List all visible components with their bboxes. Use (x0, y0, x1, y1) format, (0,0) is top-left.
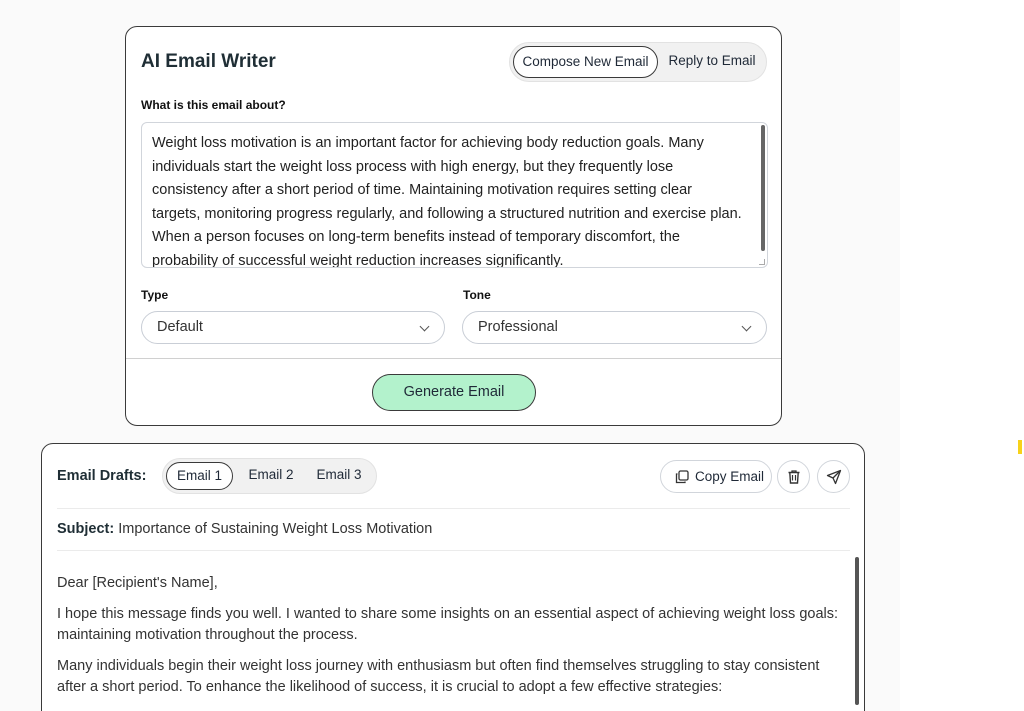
trash-icon (788, 470, 800, 484)
generate-email-button[interactable]: Generate Email (372, 374, 536, 411)
divider (126, 358, 781, 359)
tab-email-1[interactable]: Email 1 (166, 462, 233, 490)
email-drafts-panel: Email Drafts: Email 1 Email 2 Email 3 Co… (41, 443, 865, 711)
subject-label: Subject: (57, 521, 115, 537)
drafts-tabs: Email 1 Email 2 Email 3 (162, 458, 377, 494)
email-paragraph: I hope this message finds you well. I wa… (57, 606, 839, 643)
reply-to-email-tab[interactable]: Reply to Email (660, 46, 764, 78)
email-paragraph: Many individuals begin their weight loss… (57, 658, 820, 695)
compose-new-email-tab[interactable]: Compose New Email (513, 46, 658, 78)
tone-select[interactable]: Professional (462, 311, 767, 344)
email-writer-panel: AI Email Writer Compose New Email Reply … (125, 26, 782, 426)
chevron-down-icon (741, 321, 752, 332)
about-textarea[interactable]: Weight loss motivation is an important f… (141, 122, 768, 268)
divider (57, 550, 850, 551)
writer-title: AI Email Writer (141, 51, 276, 72)
drafts-label: Email Drafts: (57, 468, 147, 484)
about-scrollbar[interactable] (761, 125, 765, 251)
copy-email-label: Copy Email (695, 469, 765, 484)
about-text: Weight loss motivation is an important f… (152, 135, 742, 268)
resize-handle-icon[interactable] (759, 259, 765, 265)
tone-select-value: Professional (478, 319, 558, 335)
email-paragraph: Dear [Recipient's Name], (57, 575, 218, 591)
tab-email-3[interactable]: Email 3 (309, 462, 369, 490)
email-body-scrollbar[interactable] (855, 557, 859, 705)
about-label: What is this email about? (141, 98, 286, 112)
edge-marker (1018, 440, 1022, 454)
chevron-down-icon (419, 321, 430, 332)
send-icon (826, 469, 842, 485)
delete-button[interactable] (777, 460, 810, 493)
email-body: Dear [Recipient's Name], I hope this mes… (57, 573, 852, 708)
type-select-value: Default (157, 319, 203, 335)
type-select[interactable]: Default (141, 311, 445, 344)
copy-icon (675, 470, 689, 484)
email-subject: Subject: Importance of Sustaining Weight… (57, 521, 432, 537)
subject-value: Importance of Sustaining Weight Loss Mot… (118, 521, 433, 537)
copy-email-button[interactable]: Copy Email (660, 460, 772, 493)
send-button[interactable] (817, 460, 850, 493)
divider (57, 508, 850, 509)
tab-email-2[interactable]: Email 2 (242, 462, 300, 490)
mode-toggle: Compose New Email Reply to Email (509, 42, 767, 82)
type-label: Type (141, 288, 169, 302)
tone-label: Tone (463, 288, 491, 302)
